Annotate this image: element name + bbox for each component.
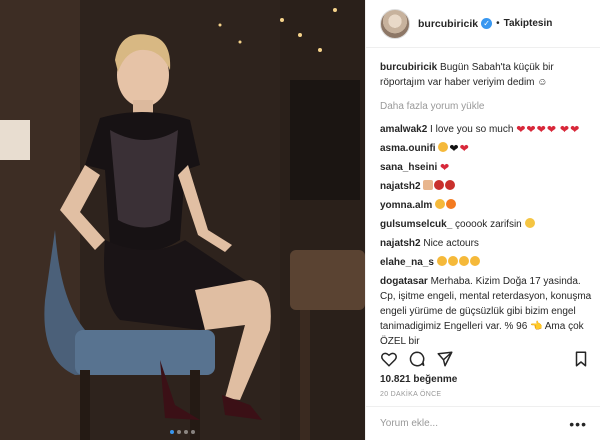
post-photo[interactable]: [0, 0, 365, 440]
comment-item: elahe_na_s: [380, 255, 592, 270]
heart-emoji-icon: ❤: [459, 143, 469, 155]
heart-eyes-face-icon: [438, 142, 449, 152]
heart-emoji-icon: ❤: [570, 124, 580, 136]
comment-username[interactable]: sana_hseini: [380, 162, 437, 173]
heart-eyes-face-icon: [436, 256, 447, 266]
heart-emoji-icon: ❤: [516, 124, 526, 136]
load-more-comments-link[interactable]: Daha fazla yorum yükle: [380, 100, 592, 114]
carousel-indicator: [0, 430, 365, 434]
comment-item: najatsh2 Nice actours: [380, 236, 592, 251]
comment-username[interactable]: yomna.alm: [380, 200, 432, 211]
rose-icon: [445, 180, 456, 190]
post-actions-bar: [380, 348, 590, 370]
comment-text: çooook zarifsin: [455, 219, 522, 230]
avatar[interactable]: [380, 8, 410, 39]
comment-username[interactable]: dogatasar: [380, 276, 428, 287]
comment-item: gulsumselcuk_ çooook zarifsin: [380, 217, 592, 232]
verified-badge-icon: ✓: [481, 18, 493, 29]
share-arrow-icon[interactable]: [436, 350, 454, 368]
comment-username[interactable]: elahe_na_s: [380, 257, 434, 268]
comment-input[interactable]: [380, 418, 570, 429]
heart-emoji-icon: ❤: [536, 124, 546, 136]
comment-item: asma.ounifi ❤❤: [380, 141, 592, 156]
heart-eyes-face-icon: [447, 256, 458, 266]
heart-eyes-face-icon: [458, 256, 469, 266]
post-timestamp: 20 DAKİKA ÖNCE: [380, 391, 442, 398]
heart-emoji-icon: ❤: [559, 124, 570, 136]
photo-illustration: [0, 0, 365, 440]
rose-icon: [434, 180, 445, 190]
comment-username[interactable]: asma.ounifi: [380, 143, 436, 154]
heart-emoji-icon: ❤: [440, 162, 450, 174]
smiling-face-icon: [524, 218, 535, 228]
comment-item: yomna.alm: [380, 198, 592, 213]
carousel-dot[interactable]: [191, 430, 195, 434]
comment-item: sana_hseini ❤: [380, 160, 592, 175]
likes-count[interactable]: 10.821 beğenme: [380, 374, 457, 385]
more-options-icon[interactable]: •••: [569, 416, 587, 432]
follow-status-button[interactable]: Takiptesin: [504, 18, 553, 29]
heart-emoji-icon: ❤: [526, 124, 536, 136]
caption-username[interactable]: burcubiricik: [380, 62, 437, 73]
comment-item: najatsh2: [380, 179, 592, 194]
thumbs-up-icon: [423, 180, 434, 190]
comment-username[interactable]: najatsh2: [380, 181, 421, 192]
post-header: burcubiricik ✓ • Takiptesin: [366, 0, 600, 48]
add-comment-bar: •••: [366, 406, 600, 440]
heart-eyes-face-icon: [469, 256, 480, 266]
black-heart-icon: ❤: [449, 143, 459, 155]
comment-item: amalwak2 I love you so much ❤❤❤❤ ❤❤: [380, 122, 592, 137]
post-caption: burcubiricik Bugün Sabah'ta küçük bir rö…: [380, 60, 592, 90]
post-side-panel: burcubiricik ✓ • Takiptesin burcubiricik…: [365, 0, 600, 440]
carousel-dot[interactable]: [170, 430, 174, 434]
carousel-dot[interactable]: [177, 430, 181, 434]
header-username[interactable]: burcubiricik: [418, 18, 478, 30]
bookmark-icon[interactable]: [572, 350, 590, 368]
header-separator: •: [496, 18, 500, 29]
comment-item: dogatasar Merhaba. Kizim Doğa 17 yasinda…: [380, 274, 592, 349]
comment-text: Nice actours: [423, 238, 479, 249]
comment-text: I love you so much: [430, 124, 514, 135]
heart-outline-icon[interactable]: [380, 350, 398, 368]
comments-list: burcubiricik Bugün Sabah'ta küçük bir rö…: [380, 60, 592, 356]
comment-username[interactable]: najatsh2: [380, 238, 421, 249]
heart-emoji-icon: ❤: [546, 124, 557, 136]
carousel-dot[interactable]: [184, 430, 188, 434]
comment-bubble-icon[interactable]: [408, 350, 426, 368]
comment-username[interactable]: amalwak2: [380, 124, 427, 135]
heart-eyes-face-icon: [435, 199, 446, 209]
fire-icon: [446, 199, 457, 209]
comment-username[interactable]: gulsumselcuk_: [380, 219, 452, 230]
instagram-post: burcubiricik ✓ • Takiptesin burcubiricik…: [0, 0, 600, 440]
